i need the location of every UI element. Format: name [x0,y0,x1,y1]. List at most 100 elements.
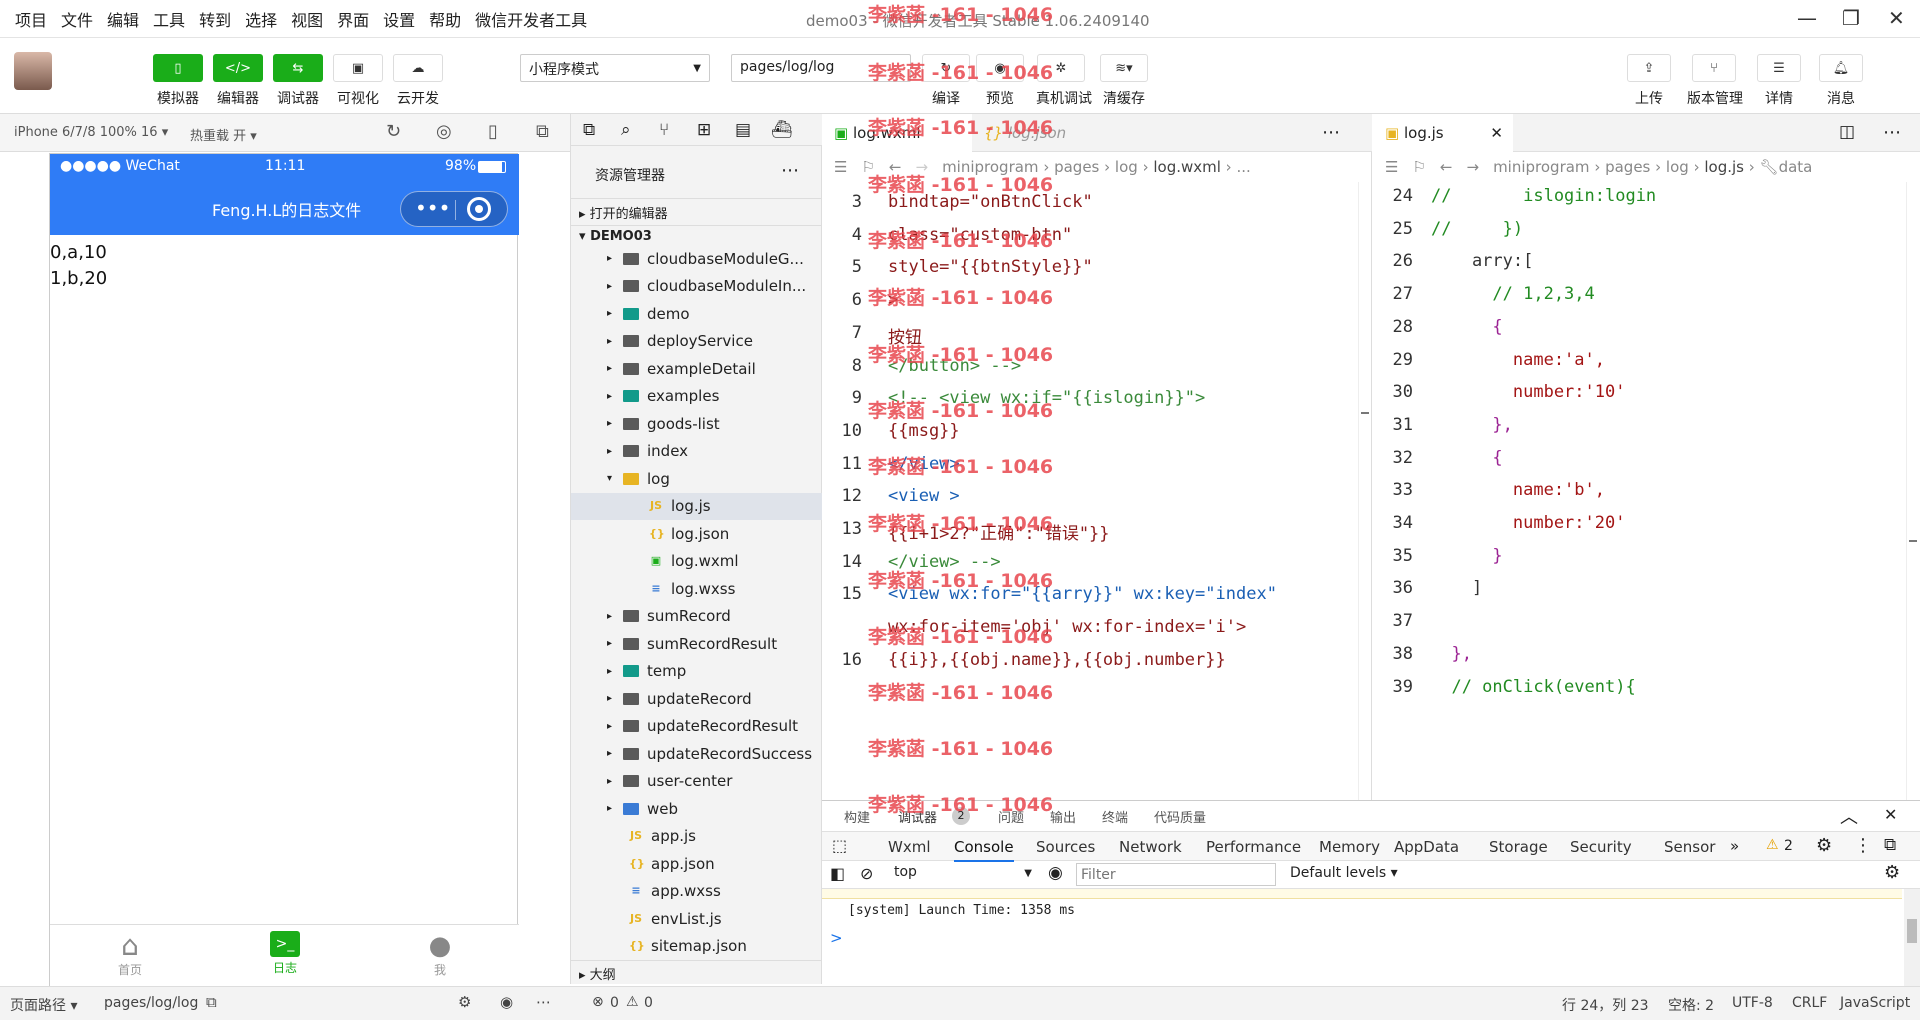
tab-wxml[interactable]: Wxml [888,838,931,856]
file-tree-item[interactable]: {} app.json [571,850,823,877]
file-tree-item[interactable]: ▸ examples [571,383,823,410]
dock-icon[interactable]: ⧉ [1884,835,1896,855]
warning-icon[interactable]: ⚠ [626,994,639,1010]
file-tree-item[interactable]: ▾ log [571,465,823,492]
encoding[interactable]: UTF-8 [1732,995,1773,1011]
crumb-file[interactable]: log.wxml [1153,158,1221,176]
tab-sensor[interactable]: Sensor [1664,838,1715,856]
file-tree-item[interactable]: ▸ sumRecord [571,603,823,630]
tab-performance[interactable]: Performance [1206,838,1301,856]
tab-memory[interactable]: Memory [1319,838,1380,856]
code-line[interactable]: // islogin:login [1431,186,1656,206]
maximize-icon[interactable]: ❐ [1842,6,1860,30]
cloud-dev-button[interactable]: ☁ [393,54,443,82]
file-tree-item[interactable]: ▸ temp [571,658,823,685]
simulator-toggle-button[interactable]: ▯ [153,54,203,82]
file-tree-item[interactable]: ▸ sumRecordResult [571,630,823,657]
file-tree-item[interactable]: ▸ updateRecord [571,685,823,712]
menu-settings[interactable]: 设置 [376,7,422,31]
language-mode[interactable]: JavaScript [1840,995,1910,1011]
editor-toggle-button[interactable]: </> [213,54,263,82]
tab-build[interactable]: 构建 [844,807,870,826]
tab-security[interactable]: Security [1570,838,1632,856]
exit-icon[interactable] [467,197,491,221]
console-scrollbar[interactable] [1904,889,1920,987]
file-tree-item[interactable]: JS envList.js [571,905,823,932]
page-path-select[interactable]: 页面路径 ▾ [10,995,77,1015]
file-tree-item[interactable]: ▸ deployService [571,328,823,355]
reload-icon[interactable]: ↻ [386,121,401,142]
code-line[interactable]: {{msg}} [888,421,960,441]
file-tree-item[interactable]: ▸ cloudbaseModuleG... [571,245,823,272]
menu-tools[interactable]: 工具 [146,7,192,31]
editor2-scrollbar[interactable] [1906,182,1918,800]
crumb-file[interactable]: log.js [1704,158,1744,176]
files-icon[interactable]: ⧉ [583,120,595,140]
file-tree-item[interactable]: ▸ demo [571,300,823,327]
editor1-more-icon[interactable]: ⋯ [1322,122,1340,143]
file-tree-item[interactable]: ≡ log.wxss [571,575,823,602]
code-line[interactable]: }, [1431,644,1471,664]
tab-network[interactable]: Network [1119,838,1182,856]
editor1-scrollbar[interactable] [1358,182,1370,800]
search-icon[interactable]: ⌕ [621,120,631,140]
code-line[interactable]: number:'20' [1431,513,1626,533]
clear-cache-button[interactable]: ≋▾ [1100,54,1148,82]
upload-button[interactable]: ⇪ [1627,54,1671,82]
file-tree-item[interactable]: ▸ goods-list [571,410,823,437]
forward-arrow-icon[interactable]: → [1466,158,1479,176]
crumb-log[interactable]: log [1666,158,1689,176]
file-tree-item[interactable]: ▸ updateRecordResult [571,713,823,740]
menu-project[interactable]: 项目 [8,7,54,31]
tab-home[interactable]: ⌂ 首页 [100,931,160,978]
phone-icon[interactable]: ▯ [488,121,498,142]
crumb-pages[interactable]: pages [1605,158,1650,176]
messages-button[interactable]: 🔔︎ [1819,54,1863,82]
file-tree-item[interactable]: ▸ user-center [571,768,823,795]
split-editor-icon[interactable]: ◫ [1839,122,1855,142]
details-button[interactable]: ☰ [1757,54,1801,82]
code-line[interactable]: } [1431,546,1502,566]
code-line[interactable]: // onClick(event){ [1431,677,1635,697]
menu-edit[interactable]: 编辑 [100,7,146,31]
indentation[interactable]: 空格: 2 [1668,995,1714,1015]
cursor-position[interactable]: 行 24，列 23 [1562,995,1649,1015]
code-line[interactable]: ] [1431,578,1482,598]
hot-reload-select[interactable]: 热重载 开 ▾ [190,125,257,144]
code-line[interactable]: number:'10' [1431,382,1626,402]
crumb-symbol[interactable]: data [1779,158,1813,176]
file-tree-item[interactable]: ▸ cloudbaseModuleIn... [571,273,823,300]
git-icon[interactable]: ⑂ [659,120,669,140]
close-icon[interactable]: ✕ [1888,6,1905,30]
file-tree-item[interactable]: {} sitemap.json [571,933,823,960]
crumb-miniprogram[interactable]: miniprogram [1493,158,1589,176]
error-icon[interactable]: ⊗ [592,994,604,1010]
file-tree-item[interactable]: JS app.js [571,823,823,850]
explorer-more-icon[interactable]: ⋯ [781,160,799,181]
tab-output[interactable]: 输出 [1050,807,1076,826]
extensions-icon[interactable]: ⊞ [697,120,711,140]
inspect-icon[interactable]: ⬚ [832,836,847,855]
warning-icon[interactable]: ⚠ [1766,837,1779,853]
tab-console[interactable]: Console [954,838,1014,862]
file-tree-item[interactable]: JS log.js [571,492,823,520]
close-panel-icon[interactable]: ✕ [1884,805,1897,824]
code-line[interactable]: name:'b', [1431,480,1605,500]
tab-code-quality[interactable]: 代码质量 [1154,807,1206,826]
menu-file[interactable]: 文件 [54,7,100,31]
minimize-icon[interactable]: — [1797,6,1817,30]
code-area[interactable]: 24 // islogin:login 25 // }) 26 arry:[27 // … [1373,182,1920,800]
settings-gear-icon[interactable]: ⚙ [1816,835,1832,856]
file-tree-item[interactable]: ▸ exampleDetail [571,355,823,382]
visual-button[interactable]: ▣ [333,54,383,82]
avatar[interactable] [14,52,52,90]
more-icon[interactable]: ••• [415,196,450,220]
code-line[interactable]: {{i}},{{obj.name}},{{obj.number}} [888,650,1226,670]
menu-select[interactable]: 选择 [238,7,284,31]
levels-select[interactable]: Default levels ▾ [1290,865,1398,881]
code-line[interactable]: style="{{btnStyle}}" [888,257,1093,277]
mode-select[interactable]: 小程序模式 ▼ [520,54,710,82]
capsule-button[interactable]: ••• [400,191,508,227]
debugger-toggle-button[interactable]: ⇆ [273,54,323,82]
line-ending[interactable]: CRLF [1792,995,1827,1011]
